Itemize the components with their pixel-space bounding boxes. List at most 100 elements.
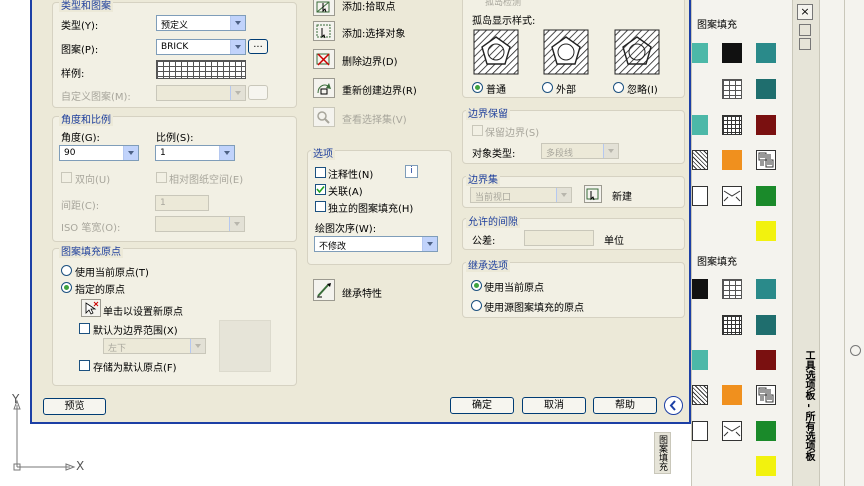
collapse-icon[interactable] xyxy=(664,396,683,415)
inherit-current-radio[interactable] xyxy=(471,280,482,291)
click-set-origin-button[interactable] xyxy=(81,299,101,317)
palette-autohide-icon[interactable] xyxy=(799,24,811,36)
type-label: 类型(Y): xyxy=(61,21,99,32)
swatch-black-1[interactable] xyxy=(722,43,742,63)
palette-close-icon[interactable]: × xyxy=(797,4,813,20)
spacing-input[interactable]: 1 xyxy=(155,195,209,211)
hatch-pattern-ansi31-2[interactable] xyxy=(692,385,708,405)
double-checkbox[interactable] xyxy=(61,172,72,183)
help-button[interactable]: 帮助 xyxy=(593,397,657,414)
island-normal-radio[interactable] xyxy=(472,82,483,93)
corner-select[interactable]: 左下 xyxy=(103,338,206,354)
island-outer-label: 外部 xyxy=(556,85,576,96)
palette-tab[interactable] xyxy=(844,0,864,486)
preview-button[interactable]: 预览 xyxy=(43,398,106,415)
parquet-pattern-icon xyxy=(758,387,774,403)
associative-checkbox[interactable] xyxy=(315,184,326,195)
swatch-maroon-1[interactable] xyxy=(756,115,776,135)
palette-scroll-icon[interactable] xyxy=(850,345,861,356)
swatch-yellow-2[interactable] xyxy=(756,456,776,476)
custom-pattern-select[interactable] xyxy=(156,85,246,101)
island-outer-preview[interactable] xyxy=(543,29,589,75)
use-current-origin-label: 使用当前原点(T) xyxy=(75,268,149,279)
swatch-green-2[interactable] xyxy=(756,421,776,441)
swatch-aqua-3[interactable] xyxy=(692,350,708,370)
inherit-properties-button[interactable] xyxy=(313,279,335,301)
hatch-pattern-brick[interactable] xyxy=(722,79,742,99)
store-default-label: 存储为默认原点(F) xyxy=(93,363,177,374)
swatch-green-1[interactable] xyxy=(756,186,776,206)
annotative-checkbox[interactable] xyxy=(315,167,326,178)
ok-button[interactable]: 确定 xyxy=(450,397,514,414)
escher-pattern-icon xyxy=(723,190,741,202)
store-default-checkbox[interactable] xyxy=(79,360,90,371)
inherit-source-label: 使用源图案填充的原点 xyxy=(484,303,584,314)
relative-paper-checkbox[interactable] xyxy=(156,172,167,183)
hatch-pattern-grid-2[interactable] xyxy=(722,315,742,335)
tolerance-input[interactable] xyxy=(524,230,594,246)
palette-properties-icon[interactable] xyxy=(799,38,811,50)
boundary-set-title: 边界集 xyxy=(466,171,500,186)
pattern-select[interactable]: BRICK xyxy=(156,39,246,55)
custom-browse-button[interactable] xyxy=(248,85,268,100)
island-ignore-radio[interactable] xyxy=(613,82,624,93)
hatch-origin-group: 图案填充原点 使用当前原点(T) 指定的原点 单击以设置新原点 默认为边界范围(… xyxy=(52,243,297,386)
recreate-boundary-button[interactable] xyxy=(313,78,335,98)
palette-titlebar[interactable]: × 工具选项板 - 所有选项板 xyxy=(792,0,820,486)
angle-select[interactable]: 90 xyxy=(59,145,139,161)
palette-vertical-tab[interactable]: 图案填充 xyxy=(654,432,671,474)
select-objects-icon xyxy=(316,24,331,39)
add-pick-points-button[interactable] xyxy=(313,0,335,16)
view-selections-button[interactable] xyxy=(313,107,335,127)
specified-origin-label: 指定的原点 xyxy=(75,285,125,296)
hatch-pattern-parquet-2[interactable] xyxy=(756,385,776,405)
type-select[interactable]: 预定义 xyxy=(156,15,246,31)
swatch-teal-1[interactable] xyxy=(756,43,776,63)
add-select-objects-button[interactable] xyxy=(313,21,335,41)
object-type-select[interactable]: 多段线 xyxy=(541,143,619,159)
separate-hatches-checkbox[interactable] xyxy=(315,201,326,212)
swatch-black[interactable] xyxy=(692,279,708,299)
info-icon[interactable]: i xyxy=(405,165,418,178)
hatch-pattern-grid[interactable] xyxy=(722,115,742,135)
hatch-pattern-parquet[interactable] xyxy=(756,150,776,170)
options-group: 选项 注释性(N) i 关联(A) 独立的图案填充(H) 绘图次序(W): 不修… xyxy=(307,145,452,265)
hatch-pattern-brick-2[interactable] xyxy=(722,279,742,299)
gap-tolerance-title: 允许的间隙 xyxy=(466,213,520,228)
hatch-pattern-ansi31[interactable] xyxy=(692,150,708,170)
new-boundary-set-button[interactable] xyxy=(584,185,602,203)
pattern-browse-button[interactable]: ... xyxy=(248,39,268,54)
sample-swatch[interactable] xyxy=(156,60,246,79)
use-current-origin-radio[interactable] xyxy=(61,265,72,276)
hatch-pattern-triangles[interactable] xyxy=(692,186,708,206)
hatch-pattern-triangles-2[interactable] xyxy=(692,421,708,441)
swatch-darkteal-1[interactable] xyxy=(756,79,776,99)
inherit-source-radio[interactable] xyxy=(471,300,482,311)
hatch-pattern-escher-2[interactable] xyxy=(722,421,742,441)
swatch-teal-2[interactable] xyxy=(756,279,776,299)
custom-pattern-label: 自定义图案(M): xyxy=(61,92,131,103)
double-label: 双向(U) xyxy=(75,175,111,186)
swatch-maroon-2[interactable] xyxy=(756,350,776,370)
swatch-orange-2[interactable] xyxy=(722,385,742,405)
island-outer-radio[interactable] xyxy=(542,82,553,93)
iso-pen-select[interactable] xyxy=(155,216,245,232)
retain-boundary-checkbox[interactable] xyxy=(472,125,483,136)
remove-boundaries-button[interactable] xyxy=(313,49,335,69)
boundary-set-select[interactable]: 当前视口 xyxy=(470,187,572,203)
draw-order-select-value: 不修改 xyxy=(319,242,347,252)
cancel-button[interactable]: 取消 xyxy=(522,397,586,414)
island-normal-preview[interactable] xyxy=(473,29,519,75)
specified-origin-radio[interactable] xyxy=(61,282,72,293)
swatch-darkteal-2[interactable] xyxy=(756,315,776,335)
scale-select[interactable]: 1 xyxy=(155,145,235,161)
draw-order-select[interactable]: 不修改 xyxy=(314,236,438,252)
swatch-aqua[interactable] xyxy=(692,43,708,63)
hatch-pattern-escher[interactable] xyxy=(722,186,742,206)
swatch-aqua-2[interactable] xyxy=(692,115,708,135)
island-ignore-preview[interactable] xyxy=(614,29,660,75)
tolerance-label: 公差: xyxy=(472,236,496,247)
swatch-orange-1[interactable] xyxy=(722,150,742,170)
default-boundary-checkbox[interactable] xyxy=(79,323,90,334)
swatch-yellow-1[interactable] xyxy=(756,221,776,241)
